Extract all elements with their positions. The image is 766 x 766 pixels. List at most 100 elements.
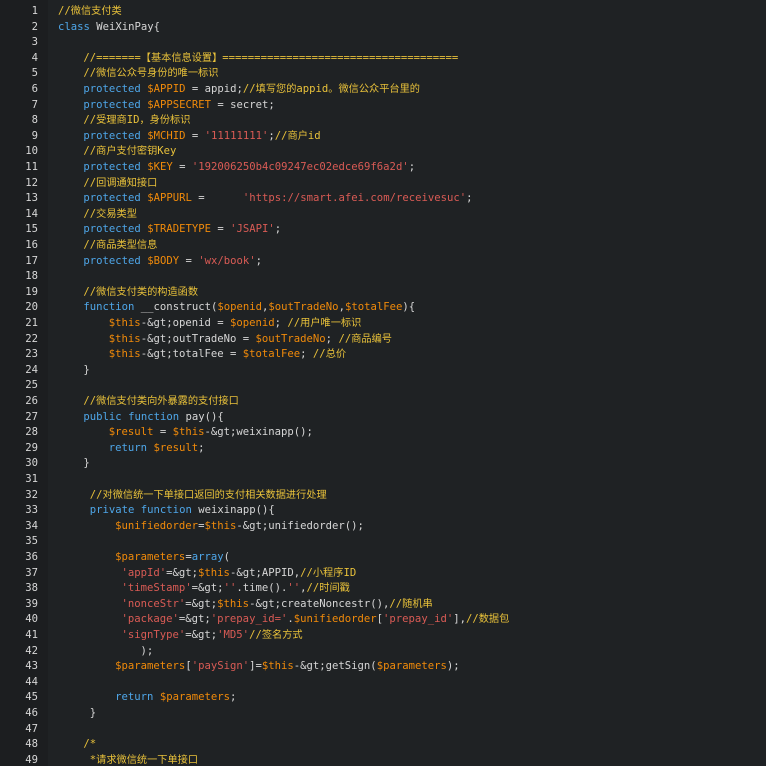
code-token: 'MD5' — [217, 629, 250, 641]
line-code: //商品类型信息 — [83, 238, 157, 254]
line-number: 33 — [25, 504, 38, 517]
line-code: protected $BODY = 'wx/book'; — [83, 254, 262, 270]
code-token: protected — [83, 192, 141, 205]
line-code: /* — [83, 737, 96, 753]
line-number: 35 — [25, 535, 38, 548]
line-number: 39 — [25, 597, 38, 610]
line-number: 47 — [25, 722, 38, 735]
code-token: ]= — [249, 660, 262, 673]
code-token: //微信支付类的构造函数 — [83, 285, 199, 298]
code-token: ){ — [402, 301, 416, 314]
line-code: 'timeStamp'=&gt;''.time().'',//时间戳 — [122, 581, 350, 597]
code-token: = appid; — [185, 83, 243, 95]
line-number: 15 — [25, 223, 38, 236]
line-number: 10 — [25, 145, 38, 158]
code-token: .time(). — [236, 582, 288, 595]
line-code: *请求微信统一下单接口 — [90, 753, 198, 766]
code-token: $this — [198, 566, 230, 579]
line-code: protected $KEY = '192006250b4c09247ec02e… — [83, 160, 415, 176]
code-token: //商户支付密钥Key — [83, 145, 177, 158]
line-number: 19 — [25, 285, 38, 298]
line-number: 12 — [25, 176, 38, 189]
code-token: protected — [83, 254, 141, 267]
line-number: 32 — [25, 488, 38, 501]
code-token: $this — [261, 660, 294, 673]
line-code: //对微信统一下单接口返回的支付相关数据进行处理 — [90, 488, 327, 504]
line-number: 20 — [25, 301, 38, 314]
code-token: -&gt;totalFee = — [140, 348, 243, 361]
code-token: $outTradeNo — [255, 332, 326, 345]
code-token: protected — [83, 223, 141, 236]
code-token: 'timeStamp' — [121, 582, 192, 595]
code-token: WeiXinPay{ — [89, 20, 161, 33]
line-code: //受理商ID，身份标识 — [83, 113, 190, 129]
line-number: 31 — [25, 473, 38, 485]
code-token: $outTradeNo — [268, 301, 339, 314]
code-token: ; — [408, 161, 416, 173]
line-number: 43 — [25, 660, 38, 673]
code-token: '192006250b4c09247ec02edce69f6a2d' — [191, 161, 409, 173]
line-code: protected $APPURL = 'https://smart.afei.… — [83, 191, 472, 207]
line-code: ); — [141, 644, 154, 660]
code-token: -&gt;weixinapp(); — [204, 426, 313, 439]
code-token: ; — [229, 691, 237, 704]
code-token: return — [108, 441, 148, 454]
code-token: 'wx/book' — [198, 254, 256, 267]
line-code: $this-&gt;totalFee = $totalFee; //总价 — [109, 347, 346, 363]
line-number: 14 — [25, 207, 38, 220]
line-number: 26 — [25, 395, 38, 407]
code-token: array — [191, 551, 224, 563]
code-token: $totalFee — [344, 301, 403, 314]
code-token: $BODY — [147, 254, 180, 267]
code-token: ; — [198, 441, 205, 454]
code-token: //回调通知接口 — [83, 176, 158, 189]
code-token: //小程序ID — [300, 566, 357, 579]
line-code: } — [90, 706, 96, 722]
line-code: //=======【基本信息设置】=======================… — [83, 51, 458, 67]
line-code: 'appId'=&gt;$this-&gt;APPID,//小程序ID — [122, 566, 357, 582]
code-token: ; — [300, 348, 313, 361]
line-number: 9 — [31, 129, 38, 142]
code-token: //随机串 — [389, 597, 433, 610]
code-token: ; — [274, 223, 282, 236]
code-token: =&gt; — [178, 613, 211, 626]
line-code: public function pay(){ — [83, 410, 223, 426]
line-code: } — [83, 456, 89, 472]
line-number: 4 — [31, 51, 38, 64]
code-token: pay(){ — [179, 410, 224, 423]
line-code: $result = $this-&gt;weixinapp(); — [109, 425, 313, 441]
line-code: protected $MCHID = '11111111';//商户id — [83, 129, 320, 145]
code-token: = — [153, 426, 173, 439]
code-token: 'https://smart.afei.com/receivesuc' — [242, 192, 467, 205]
line-number: 18 — [25, 270, 38, 283]
line-number: 34 — [25, 519, 38, 532]
code-token: $result — [108, 426, 154, 439]
code-token: $parameters — [115, 551, 186, 563]
code-token: $this — [108, 332, 141, 345]
line-number: 45 — [25, 691, 38, 704]
code-token: 'package' — [121, 613, 179, 626]
code-token: protected — [83, 83, 141, 95]
line-number: 7 — [31, 98, 38, 111]
code-token: //=======【基本信息设置】=======================… — [83, 51, 459, 64]
line-code: protected $APPSECRET = secret; — [83, 98, 274, 114]
line-number: 42 — [25, 644, 38, 657]
code-token: //填写您的appid。微信公众平台里的 — [242, 83, 420, 95]
code-token: -&gt;getSign( — [293, 660, 377, 673]
code-token: =&gt; — [166, 566, 199, 579]
code-token: $APPSECRET — [147, 98, 211, 111]
code-token: -&gt;createNoncestr(), — [249, 597, 390, 610]
line-number: 36 — [25, 551, 38, 563]
line-code: $parameters=array( — [115, 550, 230, 566]
line-number: 38 — [25, 582, 38, 595]
code-token: function — [83, 301, 135, 314]
code-editor[interactable]: 1//微信支付类 2 class WeiXinPay{3 4//=======【基本信… — [0, 0, 766, 766]
line-number: 11 — [25, 161, 38, 173]
line-number: 29 — [25, 441, 38, 454]
line-number: 44 — [25, 675, 38, 688]
line-code: return $result; — [109, 441, 205, 457]
line-code: class WeiXinPay{ — [58, 20, 160, 36]
code-token: //微信支付类 — [58, 5, 122, 17]
line-number: 27 — [25, 410, 38, 423]
line-number: 30 — [25, 457, 38, 470]
